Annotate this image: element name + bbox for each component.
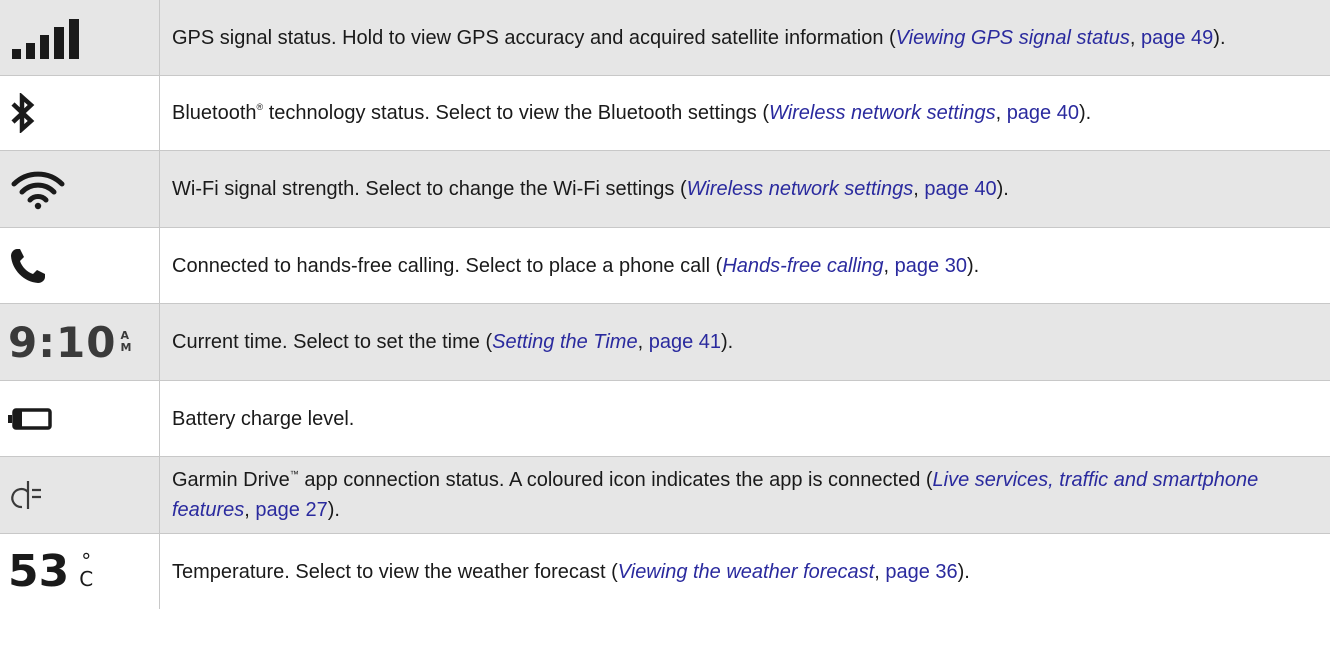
description-end: ).: [327, 499, 340, 521]
icon-cell: 53 ° C: [0, 534, 160, 609]
phone-icon: [11, 248, 45, 283]
am-pm-indicator: A M: [120, 330, 132, 354]
description-end: ).: [1213, 26, 1226, 49]
table-row: Bluetooth® technology status. Select to …: [0, 76, 1330, 151]
icon-cell: [0, 76, 160, 150]
page-reference-link[interactable]: page 40: [924, 178, 996, 200]
cross-reference-link[interactable]: Setting the Time: [492, 331, 637, 353]
row-description: Temperature. Select to view the weather …: [172, 560, 970, 583]
description-text: Bluetooth: [172, 102, 257, 124]
table-row: Battery charge level.: [0, 381, 1330, 457]
description-end: ).: [957, 560, 970, 583]
row-description: GPS signal status. Hold to view GPS accu…: [172, 26, 1226, 49]
page-reference-link[interactable]: page 41: [649, 331, 721, 353]
temperature-unit: ° C: [79, 551, 94, 591]
status-icons-table: GPS signal status. Hold to view GPS accu…: [0, 0, 1330, 609]
page-reference-link[interactable]: page 49: [1141, 27, 1213, 49]
cross-reference-link[interactable]: Hands-free calling: [722, 255, 883, 277]
trademark-mark: ™: [289, 469, 299, 479]
description-end: ).: [996, 178, 1009, 200]
cross-reference-link[interactable]: Wireless network settings: [769, 102, 996, 124]
row-description: Bluetooth® technology status. Select to …: [172, 102, 1092, 124]
description-text: Wi-Fi signal strength. Select to change …: [172, 178, 687, 200]
row-description: Connected to hands-free calling. Select …: [172, 254, 980, 277]
description-end: ).: [721, 331, 734, 353]
table-row: Wi-Fi signal strength. Select to change …: [0, 151, 1330, 228]
unit-letter: C: [79, 567, 94, 591]
icon-cell: [0, 0, 160, 75]
page-reference-link[interactable]: page 40: [1007, 102, 1079, 124]
temperature-icon: 53 ° C: [8, 546, 93, 597]
temperature-value: 53: [8, 546, 70, 597]
icon-cell: [0, 151, 160, 227]
row-description: Wi-Fi signal strength. Select to change …: [172, 178, 1009, 200]
table-row: Connected to hands-free calling. Select …: [0, 228, 1330, 304]
icon-cell: [0, 228, 160, 303]
battery-icon: [8, 407, 52, 430]
cross-reference-link[interactable]: Viewing the weather forecast: [618, 561, 874, 583]
clock-icon: 9:10 A M: [8, 318, 132, 367]
page-reference-link[interactable]: page 36: [885, 561, 957, 583]
table-row: GPS signal status. Hold to view GPS accu…: [0, 0, 1330, 76]
page-reference-link[interactable]: page 30: [895, 255, 967, 277]
bluetooth-icon: [11, 93, 35, 133]
description-text: technology status. Select to view the Bl…: [263, 102, 769, 124]
description-end: ).: [1078, 102, 1092, 124]
am-pm-letter: M: [120, 341, 133, 354]
row-description: Current time. Select to set the time (Se…: [172, 331, 734, 353]
table-row: 9:10 A M Current time. Select to set the…: [0, 304, 1330, 381]
page-reference-link[interactable]: page 27: [255, 499, 327, 521]
signal-bars-icon: [12, 18, 79, 59]
description-text: app connection status. A coloured icon i…: [298, 469, 933, 491]
row-description: Battery charge level.: [160, 404, 1330, 434]
row-description: Garmin Drive™ app connection status. A c…: [172, 469, 1259, 521]
wifi-icon: [11, 171, 65, 210]
description-end: ).: [966, 254, 980, 277]
time-value: 9:10: [8, 317, 117, 367]
description-text: Battery charge level.: [172, 407, 355, 430]
description-text: Temperature. Select to view the weather …: [172, 560, 618, 583]
table-row: Garmin Drive™ app connection status. A c…: [0, 457, 1330, 534]
description-text: Current time. Select to set the time (: [172, 331, 493, 353]
description-text: GPS signal status. Hold to view GPS accu…: [172, 26, 896, 49]
description-text: Garmin Drive: [172, 469, 290, 491]
cross-reference-link[interactable]: Wireless network settings: [687, 178, 914, 200]
icon-cell: 9:10 A M: [0, 304, 160, 380]
garmin-drive-icon: [11, 481, 41, 509]
cross-reference-link[interactable]: Viewing GPS signal status: [896, 27, 1130, 49]
table-row: 53 ° C Temperature. Select to view the w…: [0, 534, 1330, 609]
icon-cell: [0, 457, 160, 533]
icon-cell: [0, 381, 160, 456]
description-text: Connected to hands-free calling. Select …: [172, 254, 723, 277]
